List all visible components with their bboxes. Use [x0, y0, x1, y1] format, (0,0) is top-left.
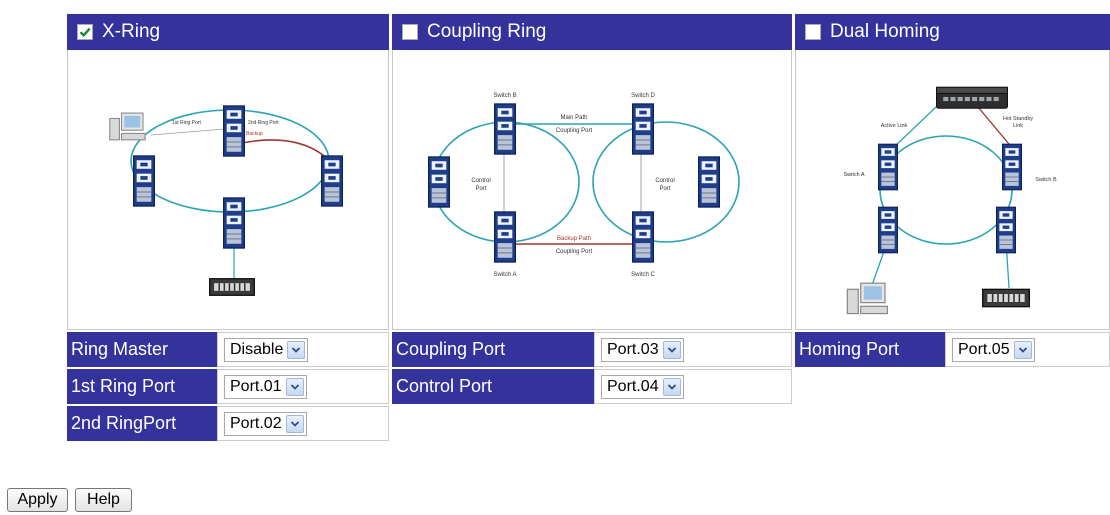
homing-port-cell: Port.05 — [945, 332, 1110, 367]
control-port-label: Control Port — [392, 369, 594, 404]
homing-port-label: Homing Port — [795, 332, 945, 367]
coupling-port-caption: Coupling Port — [556, 128, 593, 134]
hot-standby-caption: Hot Standby — [1003, 116, 1034, 122]
homing-port-value: Port.05 — [958, 340, 1010, 358]
switch-icon — [996, 206, 1016, 254]
main-path-caption: Main Path — [560, 115, 587, 121]
pc-icon — [846, 282, 889, 315]
ring-port-1-cell: Port.01 — [217, 369, 389, 404]
ring-master-select[interactable]: Disable — [224, 337, 309, 362]
switch-icon — [321, 155, 343, 207]
chevron-down-icon — [285, 414, 304, 433]
switch-icon — [494, 103, 516, 155]
dual-homing-checkbox[interactable] — [805, 24, 821, 40]
x-ring-title: X-Ring — [102, 21, 161, 42]
switch-d-caption: Switch D — [631, 93, 655, 99]
checkmark-icon — [79, 27, 91, 38]
active-link-caption: Active Link — [881, 123, 908, 129]
coupling-port-caption: Coupling Port — [556, 249, 593, 255]
control-port-select[interactable]: Port.04 — [601, 374, 684, 399]
backup-line — [241, 139, 331, 162]
network-hub-icon — [936, 86, 1008, 109]
x-ring-diagram: 1st Ring Port 2nd Ring Port Backup — [67, 50, 389, 330]
control-port-cell: Port.04 — [594, 369, 792, 404]
server-rack-icon — [209, 278, 255, 296]
port-caption: Port — [475, 186, 486, 192]
coupling-ring-diagram: Switch B Switch D Main Path Coupling Por… — [392, 50, 792, 330]
switch-icon — [698, 156, 720, 208]
ring-port-2-value: Port.02 — [230, 414, 282, 432]
switch-a-caption: Switch A — [843, 172, 864, 178]
dual-homing-header: Dual Homing — [795, 14, 1110, 50]
coupling-port-label: Coupling Port — [392, 332, 594, 367]
ring-port-2-row: 2nd RingPort Port.02 — [67, 406, 389, 441]
switch-icon — [428, 156, 450, 208]
apply-button[interactable]: Apply — [7, 488, 68, 512]
backup-path-caption: Backup Path — [557, 236, 591, 242]
ring-port-1-caption: 1st Ring Port — [172, 120, 202, 126]
coupling-port-value: Port.03 — [607, 340, 659, 358]
chevron-down-icon — [1013, 340, 1032, 359]
x-ring-checkbox[interactable] — [77, 24, 93, 40]
server-rack-icon — [982, 288, 1030, 308]
switch-icon — [878, 206, 898, 254]
ring-master-cell: Disable — [217, 332, 389, 367]
ring-port-2-caption: 2nd Ring Port — [248, 120, 279, 126]
ring-port-2-label: 2nd RingPort — [67, 406, 217, 441]
chevron-down-icon — [285, 377, 304, 396]
dual-homing-diagram: Active Link Hot Standby Link Switch A Sw… — [795, 50, 1110, 330]
ring-port-1-value: Port.01 — [230, 377, 282, 395]
backup-caption: Backup — [246, 131, 263, 137]
ring-master-value: Disable — [230, 340, 284, 358]
switch-c-caption: Switch C — [631, 272, 655, 278]
coupling-port-select[interactable]: Port.03 — [601, 337, 684, 362]
help-button[interactable]: Help — [75, 488, 132, 512]
control-caption: Control — [471, 178, 490, 184]
dual-homing-title: Dual Homing — [830, 21, 940, 42]
switch-icon — [223, 105, 245, 157]
x-ring-panel: X-Ring 1st Ring Port 2nd Ring Port Backu… — [67, 14, 389, 454]
control-port-row: Control Port Port.04 — [392, 369, 792, 404]
ring-port-1-label: 1st Ring Port — [67, 369, 217, 404]
switch-a-caption: Switch A — [493, 272, 516, 278]
ring-port-2-cell: Port.02 — [217, 406, 389, 441]
pc-icon — [109, 112, 146, 141]
x-ring-header: X-Ring — [67, 14, 389, 50]
ring-port-1-select[interactable]: Port.01 — [224, 374, 307, 399]
chevron-down-icon — [662, 377, 681, 396]
chevron-down-icon — [287, 340, 306, 359]
coupling-port-row: Coupling Port Port.03 — [392, 332, 792, 367]
homing-port-select[interactable]: Port.05 — [952, 337, 1035, 362]
ring-master-label: Ring Master — [67, 332, 217, 367]
coupling-ring-checkbox[interactable] — [402, 24, 418, 40]
ring-master-row: Ring Master Disable — [67, 332, 389, 367]
link-caption: Link — [1013, 123, 1023, 129]
switch-icon — [878, 143, 898, 191]
coupling-port-cell: Port.03 — [594, 332, 792, 367]
switch-icon — [632, 211, 654, 263]
switch-icon — [632, 103, 654, 155]
coupling-ring-title: Coupling Ring — [427, 21, 547, 42]
coupling-ring-panel: Coupling Ring Switch B Switch D Main Pat… — [392, 14, 792, 454]
switch-icon — [1002, 143, 1022, 191]
control-caption: Control — [655, 178, 674, 184]
switch-icon — [494, 211, 516, 263]
ring-port-1-row: 1st Ring Port Port.01 — [67, 369, 389, 404]
coupling-ring-header: Coupling Ring — [392, 14, 792, 50]
dual-homing-panel: Dual Homing Active Link Hot Standby Link… — [795, 14, 1110, 454]
switch-b-caption: Switch B — [493, 93, 516, 99]
control-port-value: Port.04 — [607, 377, 659, 395]
switch-icon — [223, 197, 245, 249]
chevron-down-icon — [662, 340, 681, 359]
ring-port-2-select[interactable]: Port.02 — [224, 411, 307, 436]
homing-port-row: Homing Port Port.05 — [795, 332, 1110, 367]
switch-b-caption: Switch B — [1035, 177, 1057, 183]
switch-icon — [133, 155, 155, 207]
port-caption: Port — [659, 186, 670, 192]
